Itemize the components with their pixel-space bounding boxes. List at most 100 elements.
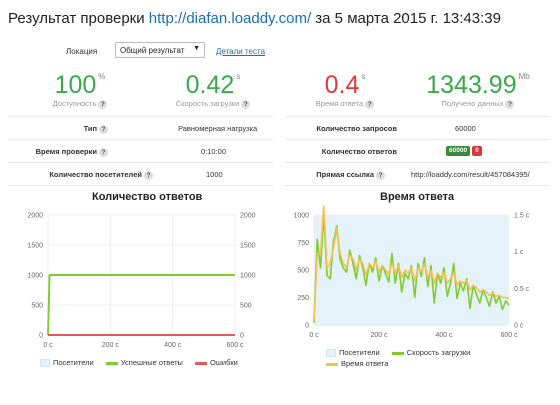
row-key: Количество посетителей? (49, 170, 153, 180)
legend-swatch (391, 351, 404, 355)
y-right-tick-label: 1 с (514, 249, 524, 256)
x-tick-label: 200 с (102, 342, 120, 349)
y-tick-label: 500 (31, 303, 43, 310)
table-row: Время проверки? 0:10:00 (8, 139, 273, 162)
site-url-link[interactable]: http://diafan.loaddy.com/ (149, 10, 311, 27)
y-tick-label: 250 (297, 295, 309, 302)
y-tick-label: 1500 (27, 243, 43, 250)
responses-chart-legend: Посетители Успешные ответы Ошибки (40, 358, 238, 368)
metric-caption: Доступность (52, 99, 97, 108)
y-tick-label: 750 (297, 240, 309, 247)
legend-item[interactable]: Посетители (326, 348, 380, 358)
row-value: 0:10:00 (201, 147, 227, 156)
success-count-badge: 60000 (446, 146, 471, 156)
metric-unit: s (361, 72, 366, 81)
help-icon[interactable]: ? (98, 99, 108, 109)
error-count-badge: 0 (472, 146, 482, 156)
x-tick-label: 0 с (309, 332, 319, 339)
legend-item[interactable]: Время ответа (326, 359, 388, 368)
legend-swatch (326, 362, 338, 366)
y-right-tick-label: 500 (240, 303, 252, 310)
x-tick-label: 600 с (500, 332, 518, 339)
legend-swatch (326, 349, 336, 358)
legend-item[interactable]: Скорость загрузки (391, 348, 470, 357)
metric-data-received: 1343.99 Mb Получено данных? (418, 72, 538, 109)
x-tick-label: 200 с (370, 332, 388, 339)
table-row: Количество запросов 60000 (285, 116, 550, 139)
row-value: 1000 (206, 170, 223, 179)
help-icon[interactable]: ? (99, 147, 108, 157)
help-icon[interactable]: ? (365, 99, 375, 109)
location-label: Локация (66, 47, 98, 56)
row-key: Количество запросов (316, 124, 397, 133)
y-tick-label: 0 (39, 333, 43, 340)
row-key: Прямая ссылка? (316, 170, 385, 180)
response-time-chart-legend: Посетители Скорость загрузки (326, 348, 470, 358)
help-icon[interactable]: ? (144, 170, 153, 180)
legend-swatch (105, 361, 118, 365)
help-icon[interactable]: ? (99, 124, 108, 134)
legend-item[interactable]: Ошибки (195, 358, 238, 367)
responses-chart: 0 500 1000 1500 2000 0 500 1000 1500 2000 0 с 200 с… (27, 213, 256, 350)
y-tick-label: 1000 (293, 213, 309, 220)
location-selected-value: Общий результат (120, 46, 185, 55)
row-value: 60000 (455, 124, 476, 133)
chart-title-response-time: Время ответа (380, 191, 455, 203)
metric-caption: Получено данных (441, 99, 504, 108)
help-icon[interactable]: ? (505, 99, 515, 109)
row-value: Равномерная нагрузка (178, 124, 258, 133)
y-right-tick-label: 1.5 с (514, 213, 530, 220)
y-tick-label: 2000 (27, 213, 43, 220)
y-right-tick-label: 1000 (240, 273, 256, 280)
test-details-link[interactable]: Детали теста (216, 47, 265, 56)
y-right-tick-label: 0 (240, 333, 244, 340)
title-suffix: за 5 марта 2015 г. 13:43:39 (315, 10, 501, 27)
y-right-tick-label: 2000 (240, 213, 256, 220)
x-tick-label: 0 с (43, 342, 53, 349)
table-row: Количество ответов 60000 0 (285, 139, 550, 162)
row-key: Время проверки? (36, 147, 108, 157)
metric-value: 0.4 (324, 71, 360, 99)
help-icon[interactable]: ? (376, 170, 385, 180)
x-tick-label: 400 с (435, 332, 453, 339)
metric-load-speed: 0.42 s Скорость загрузки? (168, 72, 258, 109)
metric-value: 100 (54, 71, 97, 99)
help-icon[interactable]: ? (241, 99, 251, 109)
row-key: Тип? (84, 124, 108, 134)
table-row: Тип? Равномерная нагрузка (8, 116, 273, 139)
metric-unit: Mb (518, 72, 530, 81)
metric-value: 1343.99 (426, 71, 517, 99)
table-row: Прямая ссылка? http://loaddy.com/result/… (285, 162, 550, 186)
metric-caption: Скорость загрузки (175, 99, 240, 108)
y-tick-label: 1000 (27, 273, 43, 280)
y-right-tick-label: 0 с (514, 323, 524, 330)
metric-value: 0.42 (185, 71, 235, 99)
y-tick-label: 0 (305, 323, 309, 330)
request-info-table: Количество запросов 60000 Количество отв… (285, 116, 550, 186)
location-select[interactable]: Общий результат ▼ (115, 42, 205, 58)
y-tick-label: 500 (297, 268, 309, 275)
y-right-tick-label: 0.5 с (514, 286, 530, 293)
page-title: Результат проверки http://diafan.loaddy.… (8, 10, 501, 27)
x-tick-label: 400 с (164, 342, 182, 349)
legend-item[interactable]: Успешные ответы (105, 358, 183, 367)
metric-response-time: 0.4 s Время ответа? (305, 72, 385, 109)
row-value: 60000 0 (446, 145, 482, 156)
direct-link[interactable]: http://loaddy.com/result/457084395/ (411, 170, 530, 179)
metric-availability: 100% Доступность? (40, 72, 120, 109)
chevron-down-icon: ▼ (193, 45, 200, 52)
legend-item[interactable]: Посетители (40, 358, 94, 368)
legend-swatch (40, 359, 50, 368)
chart-title-responses: Количество ответов (92, 191, 203, 203)
y-right-tick-label: 1500 (240, 243, 256, 250)
metric-unit: % (98, 72, 106, 81)
legend-swatch (195, 361, 208, 365)
response-time-chart: 0 250 500 750 1000 0 с 0.5 с 1 с 1.5 с 0 с 200 с 40… (293, 205, 530, 339)
x-tick-label: 600 с (226, 342, 244, 349)
table-row: Количество посетителей? 1000 (8, 162, 273, 186)
metric-caption: Время ответа (315, 99, 364, 108)
test-info-table: Тип? Равномерная нагрузка Время проверки… (8, 116, 273, 186)
metric-unit: s (236, 72, 241, 81)
row-key: Количество ответов (321, 147, 397, 156)
title-prefix: Результат проверки (8, 10, 145, 27)
